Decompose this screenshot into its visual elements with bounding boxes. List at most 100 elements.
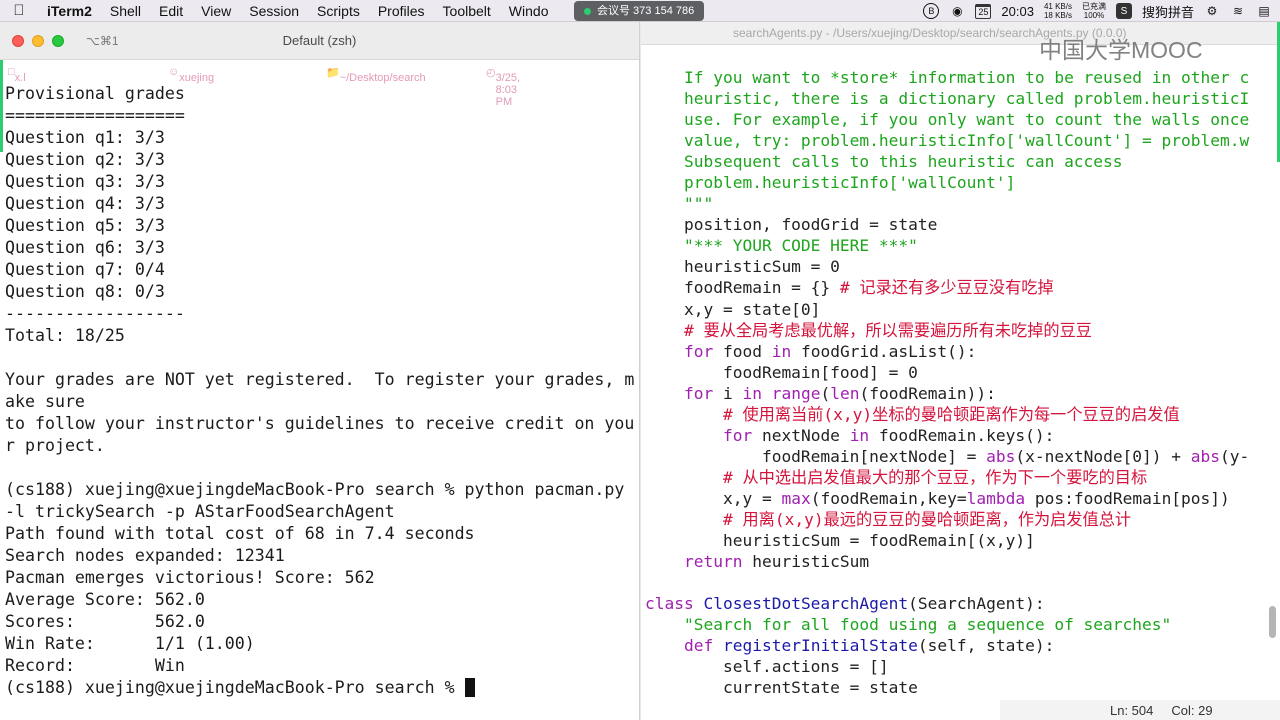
code-token: value, try: problem.heuristicInfo['wallC… [683, 131, 1250, 151]
switch-icon[interactable]: ▤ [1256, 3, 1272, 19]
terminal-line: Path found with total cost of 68 in 7.4 … [5, 524, 475, 543]
calendar-icon[interactable]: 25 [975, 3, 992, 19]
menu-profiles[interactable]: Profiles [369, 3, 434, 19]
code-token: lambda [966, 488, 1026, 508]
code-token: class [645, 594, 694, 614]
code-token: food [713, 341, 772, 361]
code-token: def [683, 636, 714, 656]
record-icon[interactable]: ◉ [949, 3, 965, 19]
code-token: for [683, 383, 714, 403]
terminal-output[interactable]: Provisional grades ================== Ques… [5, 83, 635, 699]
code-token: pos:foodRemain[pos]) [1025, 488, 1230, 508]
code-token: (self, state): [917, 636, 1055, 656]
code-line: self.actions = [] [645, 656, 1280, 677]
code-line: "*** YOUR CODE HERE ***" [645, 235, 1280, 256]
code-token: in [742, 383, 762, 403]
wifi-icon[interactable]: ≋ [1230, 3, 1246, 19]
code-token: heuristicSum [742, 552, 870, 572]
mooc-watermark: 中国大学MOOC [1039, 37, 1203, 63]
status-area: B ◉ 25 20:03 41 KB/s 18 KB/s 已充满 100% S … [923, 0, 1272, 22]
menu-window[interactable]: Windo [500, 3, 558, 19]
code-token: # 记录还有多少豆豆没有吃掉 [839, 278, 1054, 298]
terminal-line: Win Rate: 1/1 (1.00) [5, 634, 255, 653]
code-token: problem.heuristicInfo['wallCount'] [683, 173, 1016, 193]
code-token: in [771, 341, 792, 361]
terminal-line: Question q7: 0/4 [5, 260, 165, 279]
code-line: foodRemain[nextNode] = abs(x-nextNode[0]… [645, 446, 1280, 467]
terminal-status-bar: □ x.l ☺ xuejing 📁 ~/Desktop/search ◴ 3/2… [0, 60, 639, 108]
code-line: for food in foodGrid.asList(): [645, 341, 1280, 362]
code-line: # 要从全局考虑最优解，所以需要遍历所有未吃掉的豆豆 [645, 320, 1280, 341]
host-label: □ x.l [8, 66, 26, 84]
code-token: i [713, 383, 743, 403]
code-line: foodRemain[food] = 0 [645, 362, 1280, 383]
ime-name[interactable]: 搜狗拼音 [1142, 2, 1194, 21]
code-line: return heuristicSum [645, 551, 1280, 572]
menu-toolbelt[interactable]: Toolbelt [434, 3, 500, 19]
terminal-line: Provisional grades [5, 84, 185, 103]
code-token: in [849, 425, 870, 445]
network-speed: 41 KB/s 18 KB/s [1044, 2, 1072, 20]
code-token: If you want to *store* information to be… [683, 68, 1250, 87]
apple-icon[interactable]:  [0, 2, 38, 19]
code-token: foodRemain[food] = 0 [645, 362, 918, 382]
menu-edit[interactable]: Edit [150, 3, 192, 19]
terminal-prompt: (cs188) xuejing@xuejingdeMacBook-Pro sea… [5, 678, 465, 697]
code-token: max [781, 488, 811, 508]
terminal-line: ------------------ [5, 304, 185, 323]
datetime-label: ◴ 3/25, 8:03 PM [486, 67, 521, 108]
terminal-cursor [464, 678, 475, 697]
code-line: # 从中选出启发值最大的那个豆豆，作为下一个要吃的目标 [645, 467, 1280, 488]
meeting-indicator[interactable]: 会议号 373 154 786 [574, 1, 705, 21]
cursor-column: Col: 29 [1171, 702, 1213, 718]
code-view[interactable]: If you want to *store* information to be… [645, 67, 1280, 698]
code-token: foodRemain.keys(): [869, 425, 1055, 445]
vertical-scrollbar[interactable] [1269, 606, 1276, 638]
bluetooth-icon[interactable]: B [923, 3, 940, 19]
editor-status-bar: Ln: 504 Col: 29 [1000, 700, 1280, 720]
battery-indicator[interactable]: 已充满 100% [1082, 2, 1106, 20]
code-token: heuristic, there is a dictionary called … [683, 89, 1250, 109]
code-line: value, try: problem.heuristicInfo['wallC… [645, 130, 1280, 151]
tool-icon[interactable]: ⚙ [1204, 3, 1220, 19]
terminal-prompt-line[interactable]: (cs188) xuejing@xuejingdeMacBook-Pro sea… [5, 677, 635, 699]
cursor-line: Ln: 504 [1110, 702, 1154, 718]
code-token: (foodRemain,key= [810, 488, 967, 508]
code-line: heuristic, there is a dictionary called … [645, 88, 1280, 109]
menu-view[interactable]: View [192, 3, 240, 19]
code-token: (x-nextNode[0]) + [1015, 446, 1191, 466]
code-line: # 用离(x,y)最远的豆豆的曼哈顿距离，作为启发值总计 [645, 509, 1280, 530]
terminal-line: Question q1: 3/3 [5, 128, 165, 147]
ime-icon[interactable]: S [1115, 3, 1132, 19]
code-token: nextNode [752, 425, 850, 445]
code-line: for i in range(len(foodRemain)): [645, 383, 1280, 404]
menu-shell[interactable]: Shell [101, 3, 150, 19]
menu-app-name[interactable]: iTerm2 [38, 3, 101, 19]
terminal-line: to follow your instructor's guidelines t… [5, 414, 635, 433]
code-token: currentState = state [645, 678, 918, 698]
menu-bar:  iTerm2 Shell Edit View Session Scripts… [0, 0, 1280, 22]
code-token: position, foodGrid = state [645, 215, 938, 235]
terminal-titlebar[interactable]: ⌥⌘1 Default (zsh) [0, 22, 639, 60]
menu-scripts[interactable]: Scripts [308, 3, 369, 19]
code-token: return [683, 552, 743, 572]
code-token: foodRemain[nextNode] = [645, 446, 987, 466]
terminal-line: Question q6: 3/3 [5, 238, 165, 257]
code-line: use. For example, if you only want to co… [645, 109, 1280, 130]
terminal-line: r project. [5, 436, 105, 455]
menu-session[interactable]: Session [240, 3, 308, 19]
code-token: for [683, 341, 714, 361]
code-line: # 使用离当前(x,y)坐标的曼哈顿距离作为每一个豆豆的启发值 [645, 404, 1280, 425]
code-token: heuristicSum = 0 [645, 257, 840, 277]
clock[interactable]: 20:03 [1001, 4, 1034, 19]
